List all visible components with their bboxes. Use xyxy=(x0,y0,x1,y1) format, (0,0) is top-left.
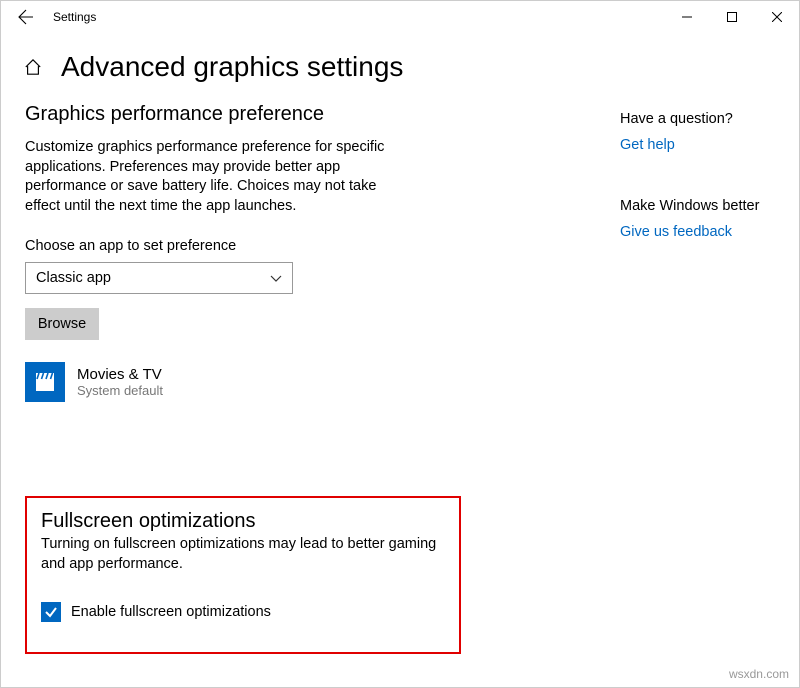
minimize-icon xyxy=(682,12,692,22)
maximize-icon xyxy=(727,12,737,22)
minimize-button[interactable] xyxy=(664,1,709,33)
clapperboard-icon xyxy=(33,370,57,394)
feedback-link[interactable]: Give us feedback xyxy=(620,224,759,240)
perf-heading: Graphics performance preference xyxy=(25,103,445,126)
app-type-select[interactable]: Classic app xyxy=(25,262,293,294)
home-button[interactable] xyxy=(23,57,43,77)
browse-button[interactable]: Browse xyxy=(25,308,99,340)
back-arrow-icon xyxy=(18,9,34,25)
enable-fullscreen-checkbox[interactable] xyxy=(41,602,61,622)
fullscreen-description: Turning on fullscreen optimizations may … xyxy=(41,535,441,574)
app-name: Movies & TV xyxy=(77,366,163,383)
app-preference: System default xyxy=(77,383,163,398)
close-icon xyxy=(772,12,782,22)
get-help-link[interactable]: Get help xyxy=(620,137,759,153)
perf-description: Customize graphics performance preferenc… xyxy=(25,138,405,216)
sidebar: Have a question? Get help Make Windows b… xyxy=(620,103,759,402)
page-header: Advanced graphics settings xyxy=(1,33,799,103)
fullscreen-optimizations-section: Fullscreen optimizations Turning on full… xyxy=(25,496,461,654)
window-controls xyxy=(664,1,799,33)
select-value: Classic app xyxy=(36,270,111,286)
fullscreen-heading: Fullscreen optimizations xyxy=(41,510,445,533)
question-heading: Have a question? xyxy=(620,111,759,127)
titlebar: Settings xyxy=(1,1,799,33)
movies-tv-app-icon xyxy=(25,362,65,402)
watermark: wsxdn.com xyxy=(729,667,789,681)
page-title: Advanced graphics settings xyxy=(61,51,403,83)
chevron-down-icon xyxy=(270,272,282,284)
main-content: Graphics performance preference Customiz… xyxy=(25,103,445,402)
checkmark-icon xyxy=(44,605,58,619)
close-button[interactable] xyxy=(754,1,799,33)
checkbox-label: Enable fullscreen optimizations xyxy=(71,604,271,620)
choose-app-label: Choose an app to set preference xyxy=(25,238,445,254)
app-entry[interactable]: Movies & TV System default xyxy=(25,362,445,402)
maximize-button[interactable] xyxy=(709,1,754,33)
home-icon xyxy=(24,58,42,76)
window-title: Settings xyxy=(53,10,96,24)
back-button[interactable] xyxy=(5,1,47,33)
better-heading: Make Windows better xyxy=(620,198,759,214)
